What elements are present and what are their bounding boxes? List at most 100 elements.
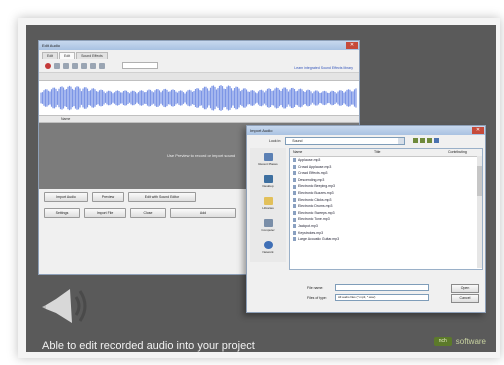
place-libraries[interactable]: Libraries <box>250 192 286 214</box>
audio-file-icon <box>293 178 296 183</box>
nav-icons <box>413 138 440 143</box>
import-file-button[interactable]: Import File <box>84 208 126 218</box>
audio-file-icon <box>293 197 296 202</box>
file-row[interactable]: Electronic Drums.mp3 <box>290 203 482 210</box>
look-in-dropdown[interactable]: Sound <box>285 136 406 145</box>
file-row[interactable]: Large Acoustic Guitar.mp3 <box>290 236 482 243</box>
track-hint: Use Preview to record or import sound <box>167 153 236 158</box>
look-in-label: Look in: <box>269 138 282 143</box>
file-name: Descending.mp3 <box>298 177 325 182</box>
import-audio-button[interactable]: Import Audio <box>44 192 88 202</box>
waveform-area[interactable] <box>39 81 359 116</box>
file-name: Crowd Effects.mp3 <box>298 171 328 176</box>
file-row[interactable]: Keystrokes.mp3 <box>290 230 482 237</box>
close-button[interactable]: Close <box>130 208 166 218</box>
file-name: Electronic Drums.mp3 <box>298 204 333 209</box>
file-name: Jackpot.mp3 <box>298 223 318 228</box>
list-header-name: Name <box>61 117 71 121</box>
audio-file-icon <box>293 217 296 222</box>
open-button[interactable]: Open <box>451 284 479 293</box>
brand-text: software <box>455 337 486 346</box>
cut-icon[interactable] <box>72 62 78 69</box>
file-row[interactable]: Crowd Applause.mp3 <box>290 164 482 171</box>
file-row[interactable]: Electronic Buzzes.mp3 <box>290 190 482 197</box>
tab-edit[interactable]: Edit <box>42 52 59 59</box>
back-icon[interactable] <box>413 138 419 143</box>
edit-with-sound-editor-button[interactable]: Edit with Sound Editor <box>128 192 196 202</box>
places-bar: Recent Places Desktop Libraries Computer… <box>250 148 286 262</box>
place-label: Recent Places <box>258 161 278 166</box>
scroll-thumb[interactable] <box>477 166 482 196</box>
recent-places-icon <box>263 152 273 161</box>
look-in-row: Look in: Sound <box>247 135 485 146</box>
col-name[interactable]: Name <box>293 149 302 156</box>
settings-button[interactable]: Settings <box>44 208 80 218</box>
place-network[interactable]: Network <box>250 236 286 258</box>
audio-file-icon <box>293 211 296 216</box>
file-row[interactable]: Jackpot.mp3 <box>290 223 482 230</box>
file-list-scrollbar[interactable] <box>477 156 482 268</box>
desktop-icon <box>263 174 273 183</box>
file-name-label: File name: <box>307 285 324 290</box>
audio-file-icon <box>293 158 296 163</box>
col-title[interactable]: Title <box>374 149 380 156</box>
play-icon[interactable] <box>63 62 69 69</box>
file-row[interactable]: Descending.mp3 <box>290 177 482 184</box>
col-contributing[interactable]: Contributing <box>448 149 467 156</box>
tab-edit-2[interactable]: Edit <box>59 52 76 59</box>
file-row[interactable]: Electronic Clicks.mp3 <box>290 197 482 204</box>
new-folder-icon[interactable] <box>427 138 433 143</box>
undo-icon[interactable] <box>99 62 105 69</box>
look-in-value: Sound <box>292 138 303 143</box>
file-row[interactable]: Electronic Sweeps.mp3 <box>290 210 482 217</box>
files-type-select[interactable]: All audio files (*.mp3, *.wav) <box>335 294 429 301</box>
file-name: Electronic Buzzes.mp3 <box>298 190 334 195</box>
paste-icon[interactable] <box>90 62 96 69</box>
file-name: Electronic Sweeps.mp3 <box>298 210 335 215</box>
dialog-close-icon[interactable]: ✕ <box>472 127 484 134</box>
edit-audio-titlebar: Edit Audio ✕ <box>39 41 359 50</box>
track-list-header: Name <box>39 116 359 123</box>
edit-audio-tabs: Edit Edit Sound Effects <box>39 50 359 59</box>
file-row[interactable]: Applause.mp3 <box>290 157 482 164</box>
file-list-header: Name Title Contributing <box>290 149 482 157</box>
close-icon[interactable]: ✕ <box>346 42 358 49</box>
import-audio-dialog: Import Audio ✕ Look in: Sound Recent Pla… <box>246 125 486 313</box>
files-type-label: Files of type: <box>307 295 327 300</box>
file-rows: Applause.mp3 Crowd Applause.mp3 Crowd Effe… <box>290 157 482 243</box>
audio-file-icon <box>293 237 296 242</box>
cancel-button[interactable]: Cancel <box>451 294 479 303</box>
tab-sound-effects[interactable]: Sound Effects <box>76 52 108 59</box>
audio-file-icon <box>293 224 296 229</box>
place-recent[interactable]: Recent Places <box>250 148 286 170</box>
place-label: Computer <box>261 227 275 232</box>
up-folder-icon[interactable] <box>420 138 426 143</box>
brand-mark: nch <box>433 337 452 346</box>
file-row[interactable]: Electronic Beeping.mp3 <box>290 183 482 190</box>
toolbar-field[interactable] <box>122 62 158 69</box>
view-menu-icon[interactable] <box>434 138 440 143</box>
file-row[interactable]: Electronic Tone.mp3 <box>290 216 482 223</box>
file-row[interactable]: Crowd Effects.mp3 <box>290 170 482 177</box>
audio-file-icon <box>293 164 296 169</box>
record-icon[interactable] <box>45 62 51 69</box>
file-name-row: File name: <box>307 284 429 291</box>
file-name-input[interactable] <box>335 284 429 291</box>
add-button[interactable]: Add <box>170 208 236 218</box>
audio-file-icon <box>293 230 296 235</box>
libraries-icon <box>263 196 273 205</box>
waveform-path <box>40 85 357 111</box>
place-computer[interactable]: Computer <box>250 214 286 236</box>
slide: Edit Audio ✕ Edit Edit Sound Effects Lea… <box>26 25 496 352</box>
sound-effects-link[interactable]: Learn integrated Sound Effects library <box>294 66 353 70</box>
timeline-ruler <box>39 73 359 81</box>
file-name: Electronic Beeping.mp3 <box>298 184 335 189</box>
copy-icon[interactable] <box>81 62 87 69</box>
stop-icon[interactable] <box>54 62 60 69</box>
file-name: Large Acoustic Guitar.mp3 <box>298 237 340 242</box>
preview-button[interactable]: Preview <box>92 192 124 202</box>
brand-logo: nch software <box>433 337 486 346</box>
place-desktop[interactable]: Desktop <box>250 170 286 192</box>
speaker-icon <box>42 289 87 323</box>
place-label: Network <box>262 249 274 254</box>
